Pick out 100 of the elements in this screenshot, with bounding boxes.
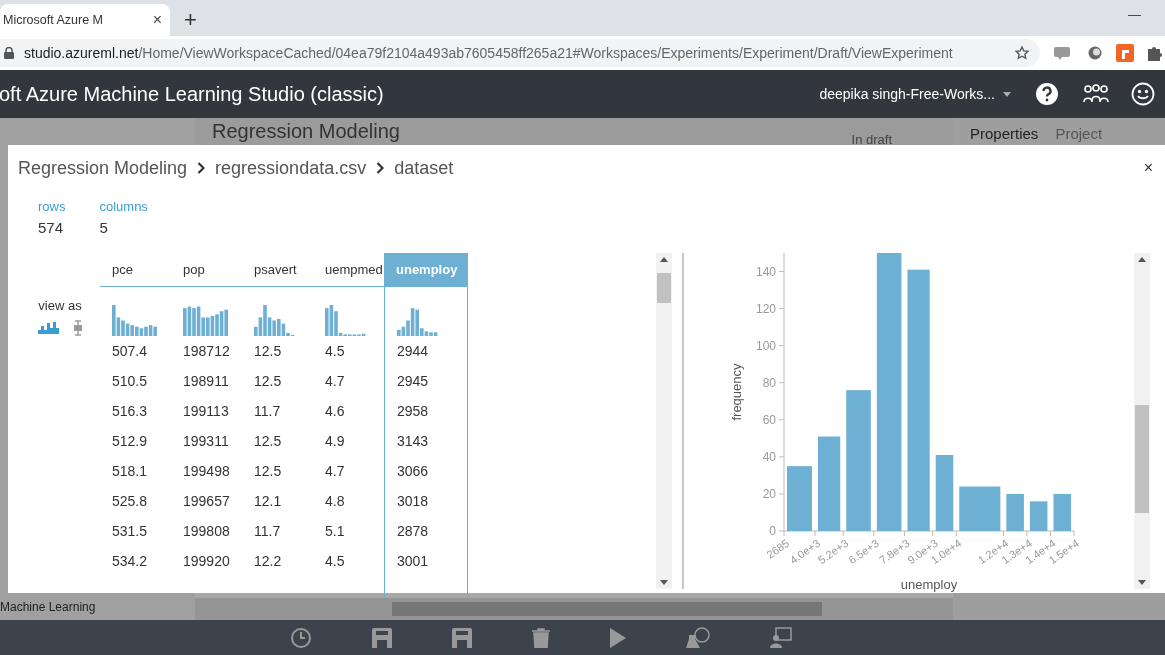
puzzle-icon[interactable] bbox=[1148, 45, 1162, 61]
close-button[interactable]: × bbox=[1143, 160, 1153, 176]
table-cell-text: 12.2 bbox=[254, 551, 283, 571]
globe-flask-icon[interactable] bbox=[686, 626, 710, 649]
y-tick-label: 100 bbox=[755, 338, 776, 353]
table-cell-text: 12.1 bbox=[254, 491, 283, 511]
x-axis-title: unemploy bbox=[900, 577, 958, 592]
table-cell-text: 4.6 bbox=[325, 401, 346, 421]
table-cell-text: 199311 bbox=[183, 431, 230, 451]
user-menu[interactable]: deepika singh-Free-Works... bbox=[819, 83, 1011, 105]
url-text: studio.azureml.net/Home/ViewWorkspaceCached/04ea79f2104a493ab7605458ff265a21#Workspaces/Experiments/Experiment/Draft/ViewExperiment bbox=[24, 43, 953, 63]
horizontal-scrollbar-thumb[interactable] bbox=[392, 602, 822, 616]
breadcrumb-item: dataset bbox=[394, 156, 454, 180]
y-tick-label: 0 bbox=[769, 524, 776, 538]
y-tick-label: 140 bbox=[755, 264, 776, 279]
histogram-icon[interactable] bbox=[37, 319, 59, 334]
table-cell-text: 4.7 bbox=[325, 371, 346, 391]
table-cell-text: 199498 bbox=[183, 461, 230, 481]
minimize-button[interactable]: — bbox=[1128, 4, 1141, 24]
address-bar[interactable]: studio.azureml.net/Home/ViewWorkspaceCached/04ea79f2104a493ab7605458ff265a21#Workspaces/Experiments/Experiment/Draft/ViewExperiment bbox=[0, 39, 1040, 67]
table-cell-text: 3018 bbox=[397, 491, 430, 511]
browser-tab[interactable]: Microsoft Azure M × bbox=[0, 4, 170, 36]
stat-value: 574 bbox=[38, 217, 65, 238]
breadcrumb-item[interactable]: Regression Modeling bbox=[18, 154, 188, 182]
table-cell-text: 2944 bbox=[397, 341, 430, 361]
table-cell-text: 3066 bbox=[397, 461, 430, 481]
presentation-icon[interactable] bbox=[770, 626, 792, 649]
caret-icon bbox=[1003, 91, 1011, 97]
table-cell-text: 4.5 bbox=[325, 551, 346, 571]
sidebar-footer-label: Machine Learning bbox=[0, 600, 97, 614]
column-header[interactable]: uempmed bbox=[313, 253, 384, 286]
table-cell-text: 2878 bbox=[397, 521, 430, 541]
table-cell-text: 12.5 bbox=[254, 431, 283, 451]
table-cell-text: 4.5 bbox=[325, 341, 346, 361]
table-cell-text: 198712 bbox=[183, 341, 230, 361]
table-cell-text: 4.9 bbox=[325, 431, 346, 451]
table-cell-text: 512.9 bbox=[112, 431, 149, 451]
table-cell-text: 198911 bbox=[183, 371, 230, 391]
table-cell-text: 199808 bbox=[183, 521, 230, 541]
new-tab-button[interactable]: + bbox=[184, 9, 197, 31]
histogram-bar bbox=[1006, 493, 1024, 531]
save-icon[interactable] bbox=[452, 627, 472, 648]
smiley-icon[interactable] bbox=[1131, 82, 1155, 106]
table-cell-text: 2958 bbox=[397, 401, 430, 421]
view-as-label: view as bbox=[38, 297, 82, 315]
table-cell-text: 2945 bbox=[397, 371, 430, 391]
scrollbar[interactable] bbox=[656, 253, 672, 589]
y-tick-label: 120 bbox=[755, 301, 776, 316]
column-header[interactable]: pce bbox=[100, 253, 171, 286]
table-cell-text: 4.8 bbox=[325, 491, 346, 511]
table-cell-text: 3001 bbox=[397, 551, 430, 571]
table-cell-text: 518.1 bbox=[112, 461, 149, 481]
table-cell-text: 199657 bbox=[183, 491, 230, 511]
table-cell-text: 3143 bbox=[397, 431, 430, 451]
scrollbar[interactable] bbox=[1134, 253, 1150, 589]
table-cell-text: 516.3 bbox=[112, 401, 149, 421]
table-cell-text: 12.5 bbox=[254, 461, 283, 481]
y-axis-title: frequency bbox=[729, 363, 744, 421]
table-cell-text: 11.7 bbox=[254, 521, 282, 541]
panel-tab[interactable]: Properties bbox=[970, 123, 1039, 146]
y-tick-label: 60 bbox=[762, 412, 776, 427]
histogram-bar bbox=[787, 466, 812, 531]
table-cell-text: 531.5 bbox=[112, 521, 149, 541]
table-cell-text: 12.5 bbox=[254, 341, 283, 361]
save-icon[interactable] bbox=[372, 627, 392, 648]
table-cell-text: 199920 bbox=[183, 551, 230, 571]
app-title: oft Azure Machine Learning Studio (classic) bbox=[0, 82, 384, 107]
help-icon[interactable] bbox=[1035, 82, 1059, 106]
table-cell-text: 11.7 bbox=[254, 401, 282, 421]
histogram-bar bbox=[1029, 501, 1048, 531]
chevron-icon bbox=[197, 162, 206, 174]
draft-status: In draft bbox=[851, 131, 892, 149]
close-tab-button[interactable]: × bbox=[152, 8, 162, 32]
play-icon[interactable] bbox=[610, 627, 626, 648]
y-tick-label: 20 bbox=[762, 486, 776, 501]
y-tick-label: 80 bbox=[762, 375, 776, 390]
table-cell-text: 4.7 bbox=[325, 461, 346, 481]
column-header[interactable]: pop bbox=[171, 253, 242, 286]
extension-icon[interactable] bbox=[1088, 46, 1102, 60]
column-header[interactable]: psavert bbox=[242, 253, 313, 286]
table-cell-text: 12.5 bbox=[254, 371, 283, 391]
people-icon[interactable] bbox=[1083, 83, 1109, 105]
table-cell-text: 5.1 bbox=[325, 521, 346, 541]
extension-icon[interactable] bbox=[1116, 44, 1134, 62]
clock-icon[interactable] bbox=[290, 626, 312, 649]
table-cell-text: 534.2 bbox=[112, 551, 149, 571]
chevron-icon bbox=[376, 162, 385, 174]
stat-label: columns bbox=[99, 198, 148, 216]
lock-icon bbox=[4, 47, 14, 59]
breadcrumb-item[interactable]: regressiondata.csv bbox=[215, 154, 367, 182]
table-cell-text: 525.8 bbox=[112, 491, 149, 511]
histogram-bar bbox=[1053, 493, 1071, 531]
y-tick-label: 40 bbox=[762, 449, 776, 464]
trash-icon[interactable] bbox=[532, 627, 550, 648]
mini-histogram bbox=[112, 304, 158, 336]
stat-label: rows bbox=[38, 198, 66, 216]
boxplot-icon[interactable] bbox=[72, 319, 83, 336]
extension-icon[interactable] bbox=[1054, 46, 1070, 60]
bookmark-star-icon[interactable] bbox=[1014, 45, 1030, 61]
histogram-bar bbox=[959, 486, 1001, 531]
